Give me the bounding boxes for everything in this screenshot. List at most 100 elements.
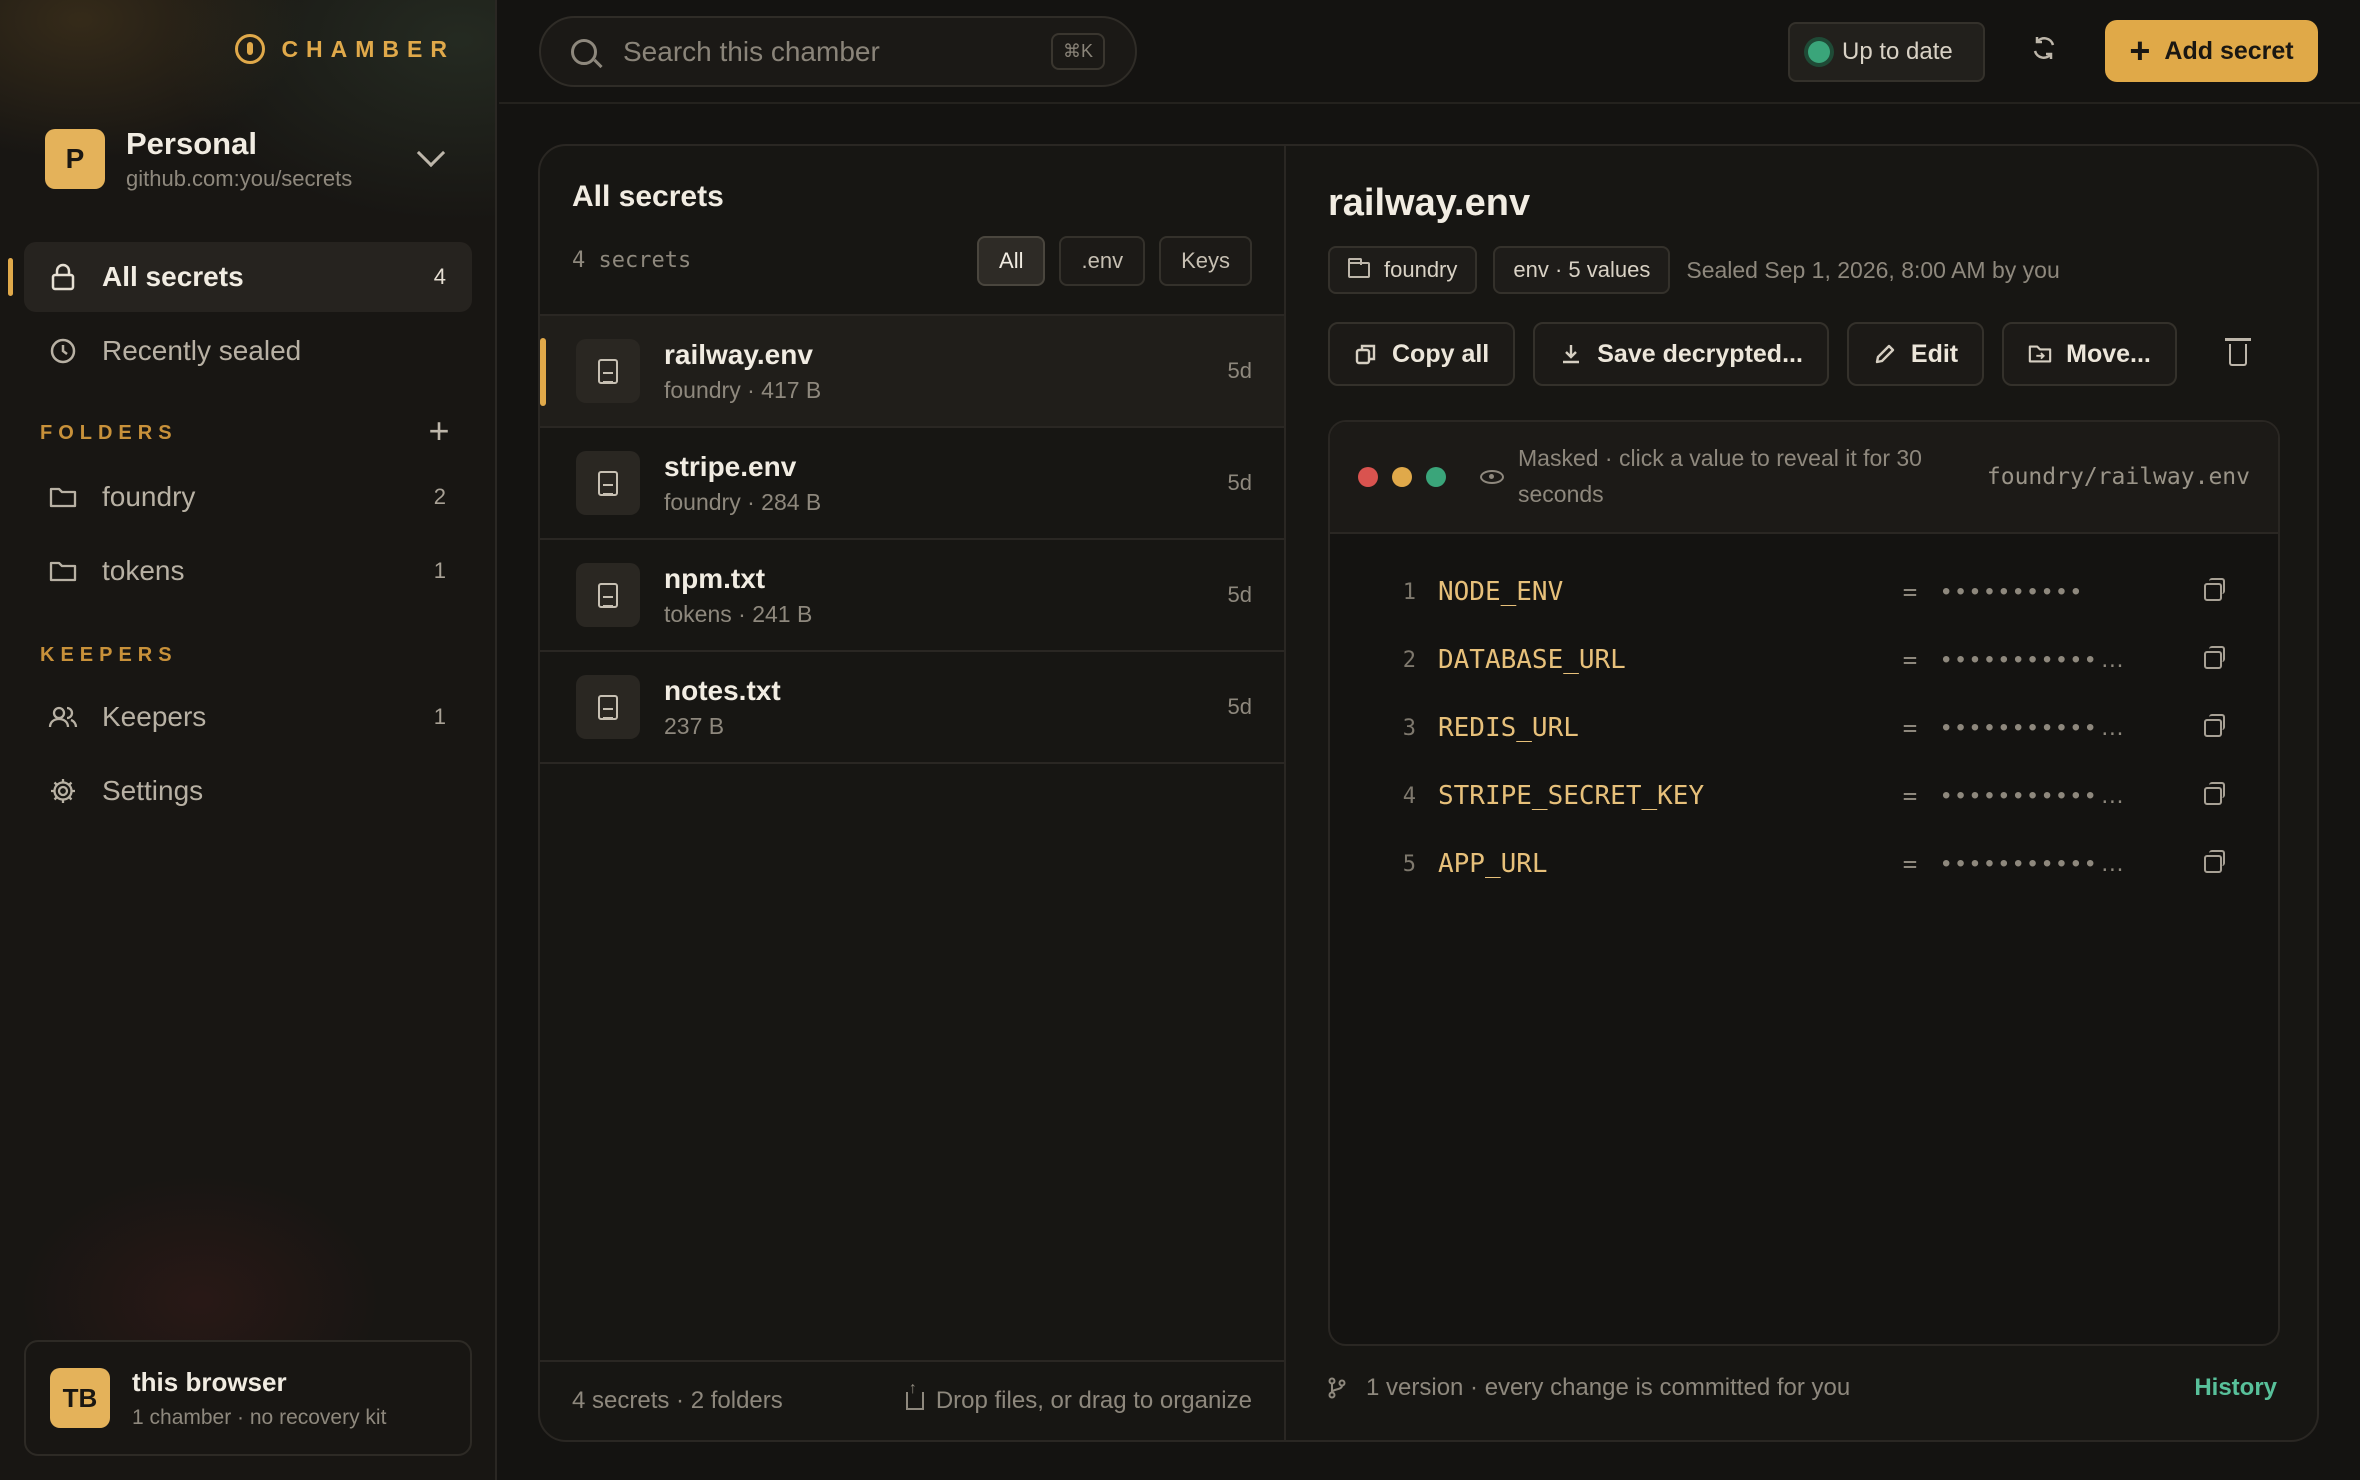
copy-icon[interactable] bbox=[2204, 578, 2225, 601]
workspace-avatar: P bbox=[45, 129, 105, 189]
equals-sign: = bbox=[1902, 782, 1918, 810]
env-key: NODE_ENV bbox=[1438, 577, 1564, 607]
list-item-age: 5d bbox=[1227, 694, 1252, 719]
editor-path: foundry/railway.env bbox=[1986, 464, 2250, 490]
list-item-name: npm.txt bbox=[664, 562, 766, 594]
line-number: 3 bbox=[1402, 715, 1416, 741]
secret-editor: Masked · click a value to reveal it for … bbox=[1328, 420, 2280, 1346]
clock-icon bbox=[48, 336, 78, 366]
editor-header: Masked · click a value to reveal it for … bbox=[1330, 422, 2278, 534]
file-icon bbox=[576, 451, 640, 515]
add-secret-button[interactable]: + Add secret bbox=[2105, 20, 2318, 82]
search-icon bbox=[571, 38, 597, 65]
folders-section-label: FOLDERS bbox=[40, 422, 178, 444]
sidebar-item-settings[interactable]: Settings bbox=[24, 756, 472, 826]
eye-icon bbox=[1480, 470, 1504, 484]
list-item-meta: foundry · 284 B bbox=[664, 488, 822, 515]
status-dot-icon bbox=[1808, 41, 1830, 63]
line-number: 5 bbox=[1402, 851, 1416, 877]
line-number: 2 bbox=[1402, 647, 1416, 673]
red-dot-icon bbox=[1358, 467, 1378, 487]
device-avatar: TB bbox=[50, 1368, 110, 1428]
masked-value[interactable]: •••••••••••… bbox=[1942, 850, 2172, 878]
add-secret-label: Add secret bbox=[2164, 36, 2294, 65]
drop-zone-label: Drop files, or drag to organize bbox=[935, 1387, 1252, 1414]
sidebar-item-label: All secrets bbox=[102, 261, 244, 292]
list-item[interactable]: npm.txt tokens · 241 B 5d bbox=[540, 538, 1284, 650]
list-item[interactable]: stripe.env foundry · 284 B 5d bbox=[540, 426, 1284, 538]
sidebar-item-count: 4 bbox=[433, 264, 446, 289]
list-item[interactable]: railway.env foundry · 417 B 5d bbox=[540, 314, 1284, 426]
type-tag: env · 5 values bbox=[1493, 246, 1671, 294]
workspace-switcher[interactable]: P Personal github.com:you/secrets bbox=[45, 124, 455, 194]
delete-button[interactable] bbox=[2225, 336, 2251, 366]
env-line: 5 APP_URL = •••••••••••… bbox=[1330, 830, 2278, 898]
copy-all-button[interactable]: Copy all bbox=[1328, 322, 1516, 386]
search-input[interactable]: Search this chamber ⌘K bbox=[539, 16, 1137, 87]
filter-env[interactable]: .env bbox=[1059, 236, 1146, 286]
sidebar-item-tokens[interactable]: tokens 1 bbox=[24, 536, 472, 606]
detail-actions: Copy all Save decrypted... Edit Move... bbox=[1328, 322, 2177, 386]
sealed-info: Sealed Sep 1, 2026, 8:00 AM by you bbox=[1686, 256, 2060, 283]
copy-all-label: Copy all bbox=[1392, 339, 1490, 368]
edit-button[interactable]: Edit bbox=[1846, 322, 1985, 386]
filter-group: All .env Keys bbox=[977, 236, 1252, 286]
folder-icon bbox=[48, 482, 78, 512]
sidebar-item-all-secrets[interactable]: All secrets 4 bbox=[8, 242, 472, 312]
masked-value[interactable]: •••••••••••… bbox=[1942, 646, 2172, 674]
masked-value[interactable]: •••••••••••… bbox=[1942, 782, 2172, 810]
add-folder-button[interactable]: + bbox=[424, 413, 454, 449]
masked-value[interactable]: •••••••••• bbox=[1942, 578, 2172, 606]
sidebar-item-keepers[interactable]: Keepers 1 bbox=[24, 682, 472, 752]
filter-keys[interactable]: Keys bbox=[1159, 236, 1252, 286]
search-shortcut: ⌘K bbox=[1050, 33, 1105, 70]
list-item-age: 5d bbox=[1227, 582, 1252, 607]
move-button[interactable]: Move... bbox=[2002, 322, 2177, 386]
download-icon bbox=[1563, 345, 1580, 364]
equals-sign: = bbox=[1902, 714, 1918, 742]
copy-icon[interactable] bbox=[2204, 714, 2225, 737]
detail-tags: foundry env · 5 values Sealed Sep 1, 202… bbox=[1328, 246, 2060, 294]
copy-icon bbox=[1355, 344, 1376, 365]
keyhole-icon bbox=[235, 34, 266, 64]
refresh-button[interactable] bbox=[2024, 32, 2064, 72]
file-icon bbox=[576, 339, 640, 403]
folder-move-icon bbox=[2028, 345, 2052, 363]
env-key: REDIS_URL bbox=[1438, 713, 1579, 743]
green-dot-icon bbox=[1426, 467, 1446, 487]
env-line: 3 REDIS_URL = •••••••••••… bbox=[1330, 694, 2278, 762]
sidebar-item-foundry[interactable]: foundry 2 bbox=[24, 462, 472, 532]
filter-all[interactable]: All bbox=[977, 236, 1046, 286]
list-item-name: railway.env bbox=[664, 338, 813, 370]
sidebar-item-label: Recently sealed bbox=[102, 335, 302, 366]
masked-note: Masked · click a value to reveal it for … bbox=[1518, 445, 1922, 507]
status-label: Up to date bbox=[1842, 38, 1953, 65]
list-item-name: notes.txt bbox=[664, 674, 781, 706]
list-item-name: stripe.env bbox=[664, 450, 797, 482]
list-item-age: 5d bbox=[1227, 358, 1252, 383]
copy-icon[interactable] bbox=[2204, 782, 2225, 805]
device-card[interactable]: TB this browser 1 chamber · no recovery … bbox=[24, 1340, 472, 1456]
sidebar-item-recently-sealed[interactable]: Recently sealed bbox=[24, 316, 472, 386]
env-key: APP_URL bbox=[1438, 849, 1548, 879]
sidebar-item-label: foundry bbox=[102, 481, 196, 512]
list-item[interactable]: notes.txt 237 B 5d bbox=[540, 650, 1284, 764]
brand: CHAMBER bbox=[235, 34, 455, 64]
folder-icon bbox=[48, 556, 78, 586]
device-sub: 1 chamber · no recovery kit bbox=[132, 1405, 387, 1429]
detail-title: railway.env bbox=[1328, 182, 1531, 224]
line-number: 4 bbox=[1402, 783, 1416, 809]
masked-value[interactable]: •••••••••••… bbox=[1942, 714, 2172, 742]
folder-tag[interactable]: foundry bbox=[1328, 246, 1478, 294]
sidebar-item-label: tokens bbox=[102, 555, 185, 586]
save-decrypted-button[interactable]: Save decrypted... bbox=[1533, 322, 1829, 386]
sidebar-item-count: 1 bbox=[433, 558, 446, 583]
lock-icon bbox=[48, 262, 78, 292]
sidebar-item-count: 2 bbox=[433, 484, 446, 509]
history-link[interactable]: History bbox=[2194, 1374, 2277, 1402]
device-name: this browser bbox=[132, 1366, 287, 1397]
copy-icon[interactable] bbox=[2204, 850, 2225, 873]
copy-icon[interactable] bbox=[2204, 646, 2225, 669]
trash-icon bbox=[2225, 338, 2251, 341]
drop-zone[interactable]: Drop files, or drag to organize bbox=[905, 1380, 1252, 1415]
